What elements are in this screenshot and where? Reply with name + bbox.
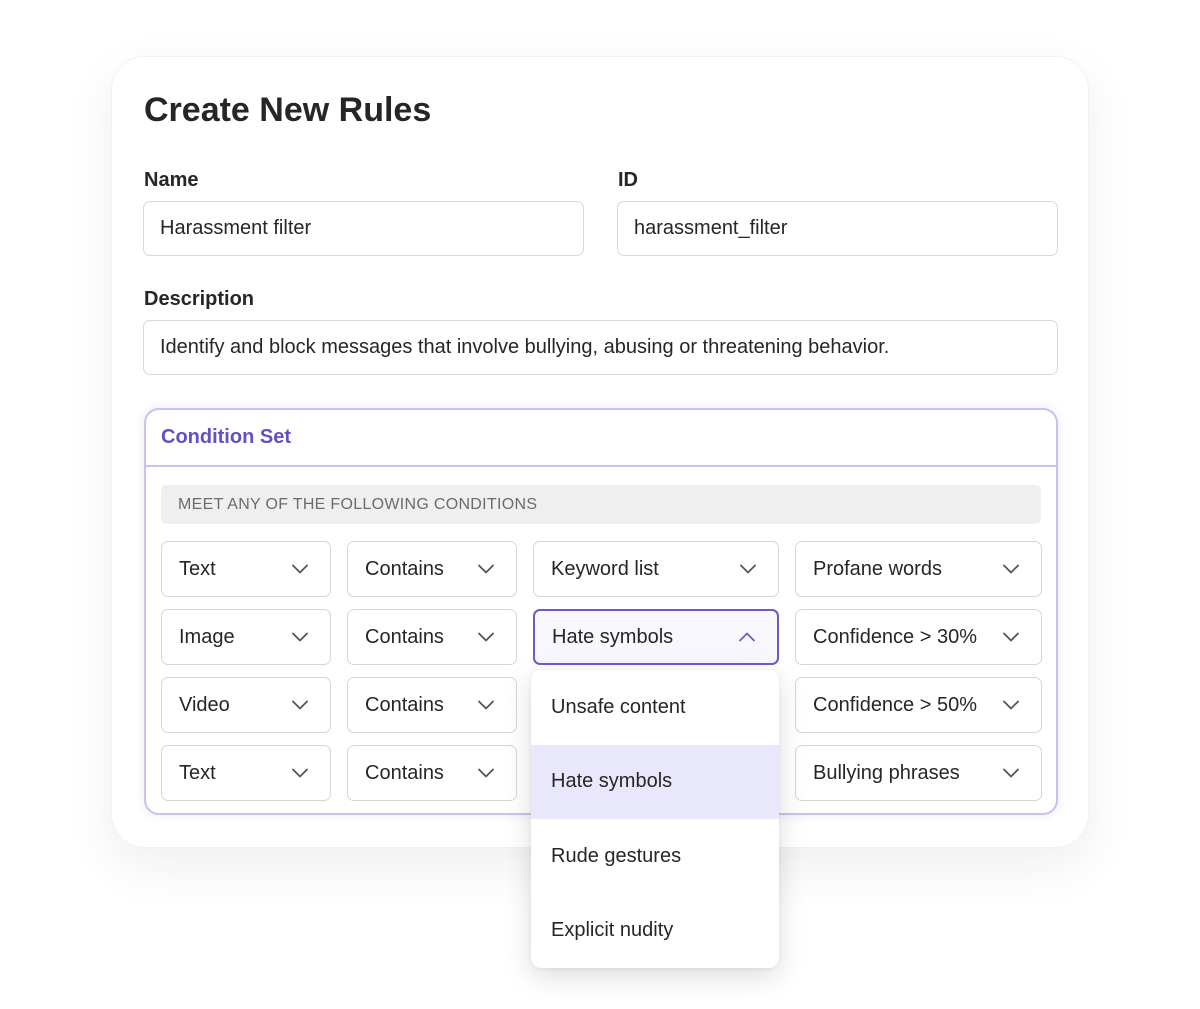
condition-row-1-type-select[interactable]: Text [161, 541, 331, 597]
chevron-down-icon [740, 564, 756, 574]
condition-row-4-value-select[interactable]: Bullying phrases [795, 745, 1042, 801]
name-field[interactable]: Harassment filter [143, 201, 584, 256]
condition-row-2-source-value: Hate symbols [552, 625, 674, 648]
condition-row-3-value-value: Confidence > 50% [813, 693, 978, 716]
menu-option-unsafe-content[interactable]: Unsafe content [531, 670, 779, 745]
chevron-down-icon [292, 632, 308, 642]
condition-row-3-operator-select[interactable]: Contains [347, 677, 517, 733]
condition-set-title: Condition Set [146, 410, 1056, 467]
chevron-down-icon [478, 700, 494, 710]
condition-row-1-source-select[interactable]: Keyword list [533, 541, 779, 597]
condition-row-4-type-value: Text [179, 761, 216, 784]
description-label: Description [144, 288, 255, 310]
condition-row-2-value-select[interactable]: Confidence > 30% [795, 609, 1042, 665]
condition-row-4-type-select[interactable]: Text [161, 745, 331, 801]
condition-row-2-source-select[interactable]: Hate symbols [533, 609, 779, 665]
name-field-value: Harassment filter [160, 217, 312, 239]
chevron-down-icon [1003, 564, 1019, 574]
condition-row-1-operator-select[interactable]: Contains [347, 541, 517, 597]
chevron-down-icon [478, 632, 494, 642]
condition-row-1-type-value: Text [179, 557, 216, 580]
condition-row-3-value-select[interactable]: Confidence > 50% [795, 677, 1042, 733]
condition-row-4-operator-value: Contains [365, 761, 444, 784]
page-title: Create New Rules [144, 91, 432, 129]
condition-row-2-type-value: Image [179, 625, 235, 648]
id-field-value: harassment_filter [634, 217, 788, 239]
chevron-down-icon [1003, 632, 1019, 642]
chevron-down-icon [292, 768, 308, 778]
chevron-up-icon [739, 632, 755, 642]
condition-row-1-operator-value: Contains [365, 557, 444, 580]
description-field[interactable]: Identify and block messages that involve… [143, 320, 1058, 375]
id-label: ID [618, 169, 638, 191]
condition-row-1-value-value: Profane words [813, 557, 942, 580]
chevron-down-icon [478, 768, 494, 778]
condition-row-2-type-select[interactable]: Image [161, 609, 331, 665]
condition-row-1-value-select[interactable]: Profane words [795, 541, 1042, 597]
condition-row-2-operator-select[interactable]: Contains [347, 609, 517, 665]
menu-option-rude-gestures[interactable]: Rude gestures [531, 819, 779, 894]
condition-row-4-operator-select[interactable]: Contains [347, 745, 517, 801]
chevron-down-icon [292, 564, 308, 574]
condition-row-4-value-value: Bullying phrases [813, 761, 960, 784]
menu-option-explicit-nudity[interactable]: Explicit nudity [531, 894, 779, 969]
chevron-down-icon [1003, 768, 1019, 778]
description-field-value: Identify and block messages that involve… [160, 336, 890, 358]
name-label: Name [144, 169, 199, 191]
condition-row-3-type-value: Video [179, 693, 230, 716]
condition-row-3-operator-value: Contains [365, 693, 444, 716]
chevron-down-icon [478, 564, 494, 574]
id-field[interactable]: harassment_filter [617, 201, 1058, 256]
condition-row-2-value-value: Confidence > 30% [813, 625, 978, 648]
condition-row-1-source-value: Keyword list [551, 557, 659, 580]
match-mode-banner: MEET ANY OF THE FOLLOWING CONDITIONS [161, 485, 1041, 524]
chevron-down-icon [292, 700, 308, 710]
condition-row-2-operator-value: Contains [365, 625, 444, 648]
chevron-down-icon [1003, 700, 1019, 710]
menu-option-hate-symbols[interactable]: Hate symbols [531, 744, 779, 819]
source-dropdown-menu: Unsafe content Hate symbols Rude gesture… [531, 670, 779, 968]
condition-row-3-type-select[interactable]: Video [161, 677, 331, 733]
